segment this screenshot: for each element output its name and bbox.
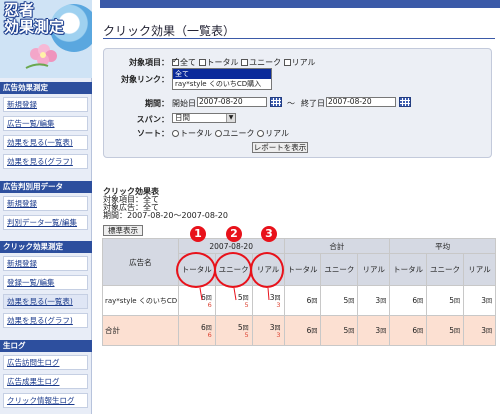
target-item-group: 全て トータル ユニーク リアル <box>172 56 316 68</box>
total-row-label: 合計 <box>102 315 179 346</box>
callout-circle-real <box>250 252 284 288</box>
value-cell: 3回 3 <box>251 315 285 346</box>
col-header-total: トータル <box>283 253 322 286</box>
title-divider <box>103 38 495 39</box>
span-select[interactable]: 日間 ▼ <box>172 113 236 123</box>
callout-circle-unique <box>214 252 252 288</box>
sidebar-item-ad-list[interactable]: 広告一覧/編集 <box>3 116 88 131</box>
value-cell: 6回 <box>283 315 322 346</box>
ad-name-cell: ray*style くのいちCD <box>102 285 179 316</box>
start-calendar-icon[interactable] <box>270 97 282 107</box>
target-real-checkbox[interactable]: リアル <box>283 58 316 67</box>
chevron-down-icon: ▼ <box>226 114 235 122</box>
sort-radio-group: トータル ユニーク リアル <box>172 128 289 139</box>
show-report-button[interactable]: レポートを表示 <box>252 142 308 153</box>
callout-badge-3: 3 <box>261 226 277 242</box>
value-cell: 6回 <box>283 285 322 316</box>
standard-view-button[interactable]: 標準表示 <box>103 225 143 236</box>
sidebar-item-ad-register[interactable]: 新規登録 <box>3 97 88 112</box>
value-cell: 6回 6 <box>177 285 216 316</box>
target-all-checkbox[interactable]: 全て <box>172 56 196 67</box>
value-cell: 3回 3 <box>251 285 285 316</box>
value-cell: 5回 <box>320 285 359 316</box>
date-range-separator: ～ <box>287 99 295 108</box>
start-date-label: 開始日 <box>172 99 196 108</box>
start-date-input[interactable]: 2007-08-20 <box>197 97 267 107</box>
sort-real-radio[interactable]: リアル <box>257 129 289 138</box>
col-header-total: トータル <box>389 253 428 286</box>
callout-badge-2: 2 <box>226 226 242 242</box>
callout-circle-total <box>176 252 216 288</box>
sort-total-radio[interactable]: トータル <box>172 129 212 138</box>
sidebar-section-ad-tracking: 広告効果測定 <box>0 82 92 94</box>
sidebar-item-click-graph[interactable]: 効果を見る(グラフ) <box>3 313 88 328</box>
value-cell: 5回 <box>320 315 359 346</box>
total-group-header: 合計 <box>283 238 391 254</box>
value-cell: 3回 <box>463 285 496 316</box>
value-cell: 5回 <box>426 285 464 316</box>
span-select-value: 日間 <box>175 113 190 122</box>
end-date-label: 終了日 <box>301 99 325 108</box>
sidebar-item-click-table[interactable]: 効果を見る(一覧表) <box>3 294 88 309</box>
col-header-real: リアル <box>463 253 496 286</box>
sidebar-item-result-log[interactable]: 広告成果生ログ <box>3 374 88 389</box>
value-cell: 6回 6 <box>177 315 216 346</box>
value-cell: 6回 <box>389 315 428 346</box>
target-item-label: 対象項目： <box>129 58 169 67</box>
summary-period: 期間：2007-08-20～2007-08-20 <box>103 211 228 220</box>
sidebar-item-click-log[interactable]: クリック情報生ログ <box>3 393 88 408</box>
span-label: スパン： <box>136 115 169 124</box>
value-cell: 3回 <box>357 285 391 316</box>
click-results-table: 広告名 2007-08-20 合計 平均 トータル ユニーク リアル トータル … <box>102 238 496 346</box>
sidebar-item-visit-log[interactable]: 広告訪問生ログ <box>3 355 88 370</box>
col-header-real: リアル <box>357 253 391 286</box>
table-total-row: 合計 6回 6 5回 5 3回 3 6回 5回 3回 6回 5回 3回 <box>102 315 496 346</box>
top-bar <box>100 0 500 8</box>
sidebar-section-ad-data: 広告判別用データ <box>0 181 92 193</box>
col-header-unique: ユニーク <box>320 253 359 286</box>
page-title: クリック効果（一覧表） <box>103 24 236 38</box>
flower-icon <box>25 44 57 69</box>
sort-label: ソート： <box>137 129 169 138</box>
target-total-checkbox[interactable]: トータル <box>198 58 239 67</box>
sidebar-item-click-register[interactable]: 新規登録 <box>3 256 88 271</box>
sidebar-item-ad-graph[interactable]: 効果を見る(グラフ) <box>3 154 88 169</box>
value-cell: 5回 5 <box>214 315 253 346</box>
sidebar-item-data-list[interactable]: 判別データ一覧/編集 <box>3 215 88 230</box>
end-calendar-icon[interactable] <box>399 97 411 107</box>
target-link-label: 対象リンク： <box>121 75 169 84</box>
link-option-all[interactable]: 全て <box>173 69 271 79</box>
sidebar-item-click-list[interactable]: 登録一覧/編集 <box>3 275 88 290</box>
value-cell: 3回 <box>463 315 496 346</box>
value-cell: 5回 5 <box>214 285 253 316</box>
sidebar-section-click-tracking: クリック効果測定 <box>0 241 92 253</box>
app-logo[interactable]: 忍者 効果測定 <box>0 0 92 78</box>
callout-badge-1: 1 <box>190 226 206 242</box>
logo-text: 忍者 効果測定 <box>4 1 65 36</box>
ad-name-header: 広告名 <box>102 238 179 286</box>
sort-unique-radio[interactable]: ユニーク <box>214 129 255 138</box>
col-header-unique: ユニーク <box>426 253 464 286</box>
target-unique-checkbox[interactable]: ユニーク <box>241 58 281 67</box>
sidebar-section-raw-log: 生ログ <box>0 340 92 352</box>
target-link-listbox[interactable]: 全て ray*style くのいちCD購入 <box>172 68 272 90</box>
value-cell: 6回 <box>389 285 428 316</box>
table-row: ray*style くのいちCD 6回 6 5回 5 3回 3 6回 5回 3回 6回… <box>102 285 496 316</box>
sidebar-item-ad-table[interactable]: 効果を見る(一覧表) <box>3 135 88 150</box>
sidebar: 忍者 効果測定 広告効果測定 新規登録 広告一覧/編集 効果を見る(一覧表) 効… <box>0 0 92 414</box>
value-cell: 5回 <box>426 315 464 346</box>
sidebar-item-data-register[interactable]: 新規登録 <box>3 196 88 211</box>
average-group-header: 平均 <box>389 238 496 254</box>
end-date-input[interactable]: 2007-08-20 <box>326 97 396 107</box>
value-cell: 3回 <box>357 315 391 346</box>
link-option-raystyle[interactable]: ray*style くのいちCD購入 <box>173 79 271 89</box>
period-label: 期間： <box>145 99 169 108</box>
